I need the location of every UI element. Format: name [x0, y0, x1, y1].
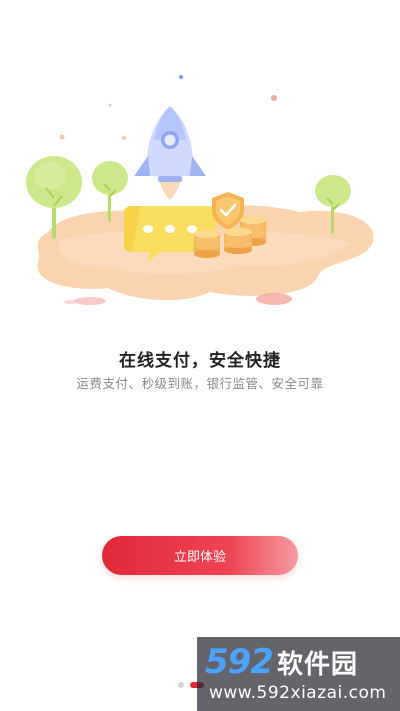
coin-stack-icon — [224, 228, 252, 254]
watermark-url: www.592xiazai.com — [209, 683, 387, 703]
watermark-logo: 592 软件园 — [205, 642, 358, 682]
watermark-logo-number: 592 — [205, 642, 274, 682]
page-dot — [178, 682, 184, 688]
onboarding-title: 在线支付，安全快捷 — [119, 351, 281, 371]
start-now-button[interactable]: 立即体验 — [102, 536, 298, 575]
coin-stack-icon — [194, 230, 220, 258]
onboarding-subtitle: 运费支付、秒级到账，银行监管、安全可靠 — [76, 376, 324, 391]
site-watermark: 592 软件园 www.592xiazai.com — [197, 637, 400, 711]
watermark-logo-text: 软件园 — [276, 650, 358, 680]
rocket-icon — [134, 106, 206, 200]
hero-illustration — [26, 75, 374, 305]
